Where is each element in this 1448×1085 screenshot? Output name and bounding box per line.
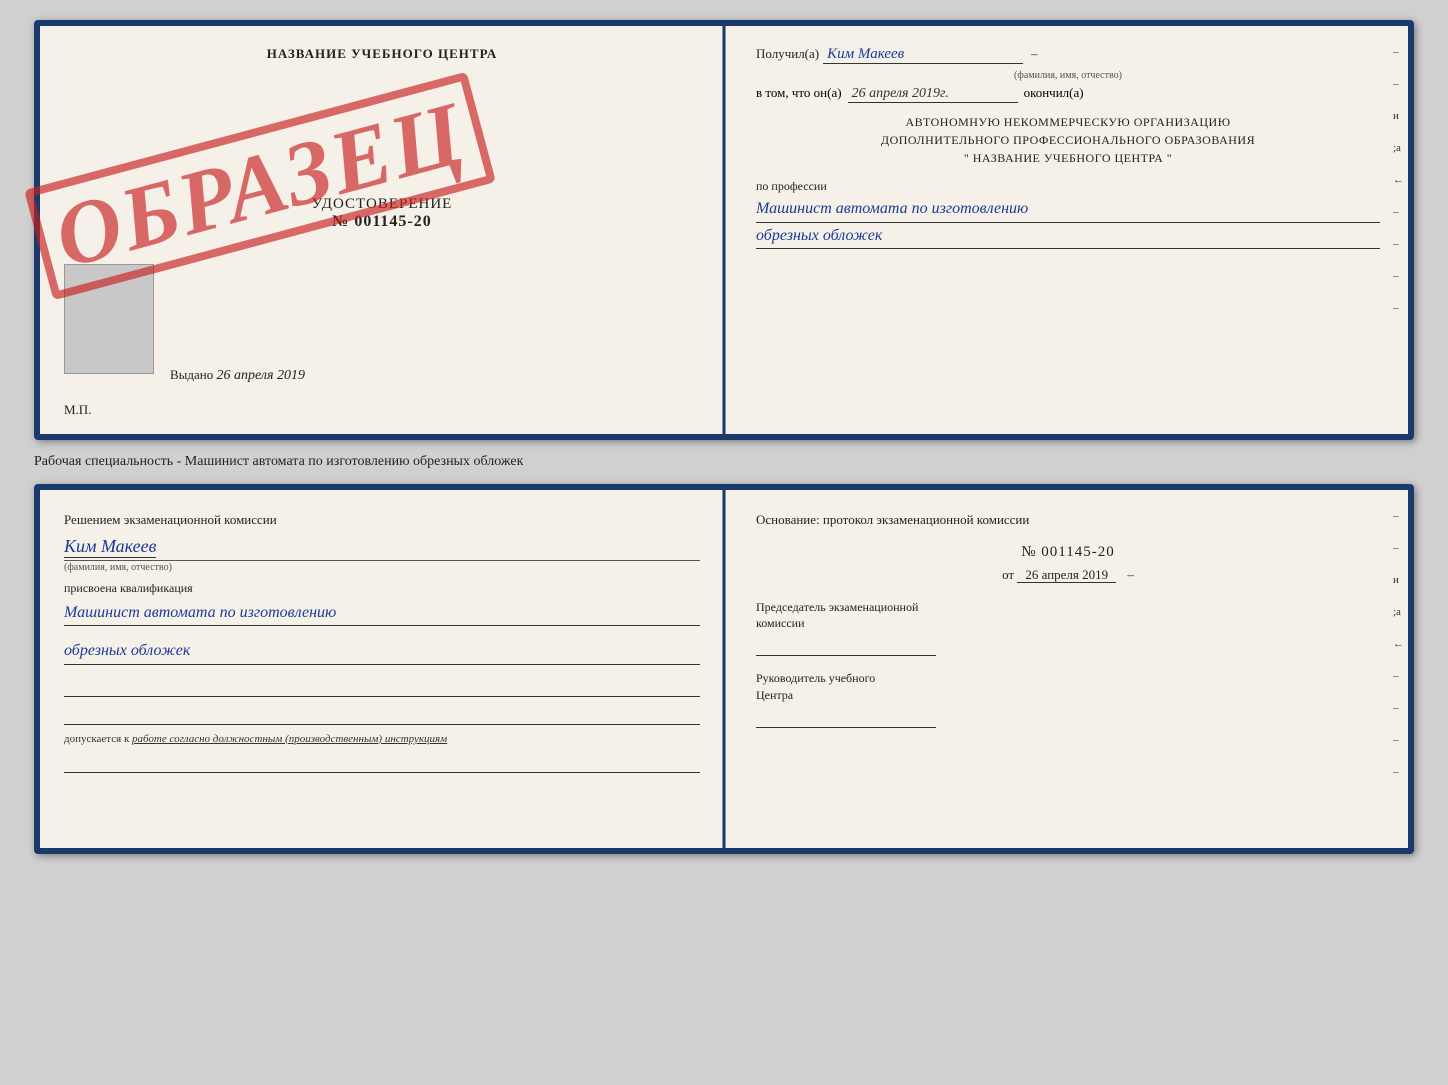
side-marks-lower: – – и ;а ← – – – – — [1393, 510, 1404, 778]
blank-line-3 — [64, 753, 700, 773]
side-mark-3: – — [1393, 206, 1404, 218]
lower-side-mark-3: – — [1393, 670, 1404, 682]
side-mark-2: – — [1393, 78, 1404, 90]
в-том-label: в том, что он(а) — [756, 85, 842, 101]
фио-sub: (фамилия, имя, отчество) — [756, 70, 1380, 81]
lower-left-page: Решением экзаменационной комиссии Ким Ма… — [40, 490, 724, 848]
lower-date-val: 26 апреля 2019 — [1017, 567, 1116, 583]
lower-name: Ким Макеев — [64, 536, 156, 558]
document-container: НАЗВАНИЕ УЧЕБНОГО ЦЕНТРА ОБРАЗЕЦ УДОСТОВ… — [34, 20, 1414, 854]
side-mark-и: и — [1393, 110, 1404, 122]
допускается-text: работе согласно должностным (производств… — [132, 733, 447, 745]
от-label: от — [1002, 567, 1014, 582]
lower-qual-line2: обрезных обложек — [64, 638, 700, 665]
дата-val: 26 апреля 2019г. — [848, 86, 1018, 103]
side-marks-top: – – и ;а ← – – – – — [1393, 46, 1404, 314]
получил-name: Ким Макеев — [823, 46, 1023, 64]
side-mark-arrow: ← — [1393, 174, 1404, 186]
vydano-section: Выдано 26 апреля 2019 — [170, 367, 305, 384]
lower-side-mark-5: – — [1393, 734, 1404, 746]
lower-фио-sub: (фамилия, имя, отчество) — [64, 560, 700, 573]
profession-line2: обрезных обложек — [756, 223, 1380, 250]
certificate-book-lower: Решением экзаменационной комиссии Ким Ма… — [34, 484, 1414, 854]
mp-label: М.П. — [64, 402, 91, 418]
blank-line-1 — [64, 677, 700, 697]
lower-side-mark-1: – — [1393, 510, 1404, 522]
присвоена-label: присвоена квалификация — [64, 581, 700, 596]
org-block: АВТОНОМНУЮ НЕКОММЕРЧЕСКУЮ ОРГАНИЗАЦИЮ ДО… — [756, 113, 1380, 167]
получил-label: Получил(а) — [756, 46, 819, 62]
cert-title: НАЗВАНИЕ УЧЕБНОГО ЦЕНТРА — [267, 46, 498, 62]
lower-right-dash-after-date: – — [1127, 567, 1134, 582]
руководитель-label: Руководитель учебного Центра — [756, 670, 1380, 704]
org-line3: " НАЗВАНИЕ УЧЕБНОГО ЦЕНТРА " — [756, 149, 1380, 167]
vydano-label: Выдано — [170, 367, 213, 382]
lower-side-mark-и: и — [1393, 574, 1404, 586]
profession-label: по профессии — [756, 179, 1380, 194]
lower-right-date: от 26 апреля 2019 – — [756, 567, 1380, 583]
side-mark-1: – — [1393, 46, 1404, 58]
решением-title: Решением экзаменационной комиссии — [64, 510, 700, 530]
lower-right-page: Основание: протокол экзаменационной коми… — [724, 490, 1408, 848]
side-mark-4: – — [1393, 238, 1404, 250]
cert-right-page: Получил(а) Ким Макеев – (фамилия, имя, о… — [724, 26, 1408, 434]
основание-label: Основание: протокол экзаменационной коми… — [756, 510, 1380, 530]
руководитель-line2: Центра — [756, 687, 1380, 704]
lower-qual-line1: Машинист автомата по изготовлению — [64, 600, 700, 627]
руководитель-line1: Руководитель учебного — [756, 670, 1380, 687]
lower-side-mark-6: – — [1393, 766, 1404, 778]
lower-side-mark-4: – — [1393, 702, 1404, 714]
в-том-row: в том, что он(а) 26 апреля 2019г. окончи… — [756, 85, 1380, 103]
side-mark-6: – — [1393, 302, 1404, 314]
lower-right-number: № 001145-20 — [756, 544, 1380, 561]
председатель-line2: комиссии — [756, 615, 1380, 632]
cert-left-page: НАЗВАНИЕ УЧЕБНОГО ЦЕНТРА ОБРАЗЕЦ УДОСТОВ… — [40, 26, 724, 434]
lower-side-mark-2: – — [1393, 542, 1404, 554]
lower-side-mark-arrow: ← — [1393, 638, 1404, 650]
side-mark-а: ;а — [1393, 142, 1404, 154]
руководитель-signline — [756, 710, 936, 728]
lower-side-mark-а: ;а — [1393, 606, 1404, 618]
допускается-prefix: допускается к — [64, 733, 129, 745]
specialty-line: Рабочая специальность - Машинист автомат… — [34, 450, 1414, 474]
vydano-date: 26 апреля 2019 — [217, 368, 305, 383]
org-line1: АВТОНОМНУЮ НЕКОММЕРЧЕСКУЮ ОРГАНИЗАЦИЮ — [756, 113, 1380, 131]
sample-stamp: ОБРАЗЕЦ — [90, 86, 430, 286]
председатель-line1: Председатель экзаменационной — [756, 599, 1380, 616]
допускается-section: допускается к работе согласно должностны… — [64, 733, 700, 745]
dash1: – — [1031, 46, 1038, 62]
org-line2: ДОПОЛНИТЕЛЬНОГО ПРОФЕССИОНАЛЬНОГО ОБРАЗО… — [756, 131, 1380, 149]
председатель-label: Председатель экзаменационной комиссии — [756, 599, 1380, 633]
окончил-label: окончил(а) — [1024, 85, 1084, 101]
side-mark-5: – — [1393, 270, 1404, 282]
blank-line-2 — [64, 705, 700, 725]
profession-line1: Машинист автомата по изготовлению — [756, 196, 1380, 223]
получил-row: Получил(а) Ким Макеев – — [756, 46, 1380, 64]
certificate-book-top: НАЗВАНИЕ УЧЕБНОГО ЦЕНТРА ОБРАЗЕЦ УДОСТОВ… — [34, 20, 1414, 440]
председатель-signline — [756, 638, 936, 656]
sample-stamp-text: ОБРАЗЕЦ — [24, 72, 496, 301]
